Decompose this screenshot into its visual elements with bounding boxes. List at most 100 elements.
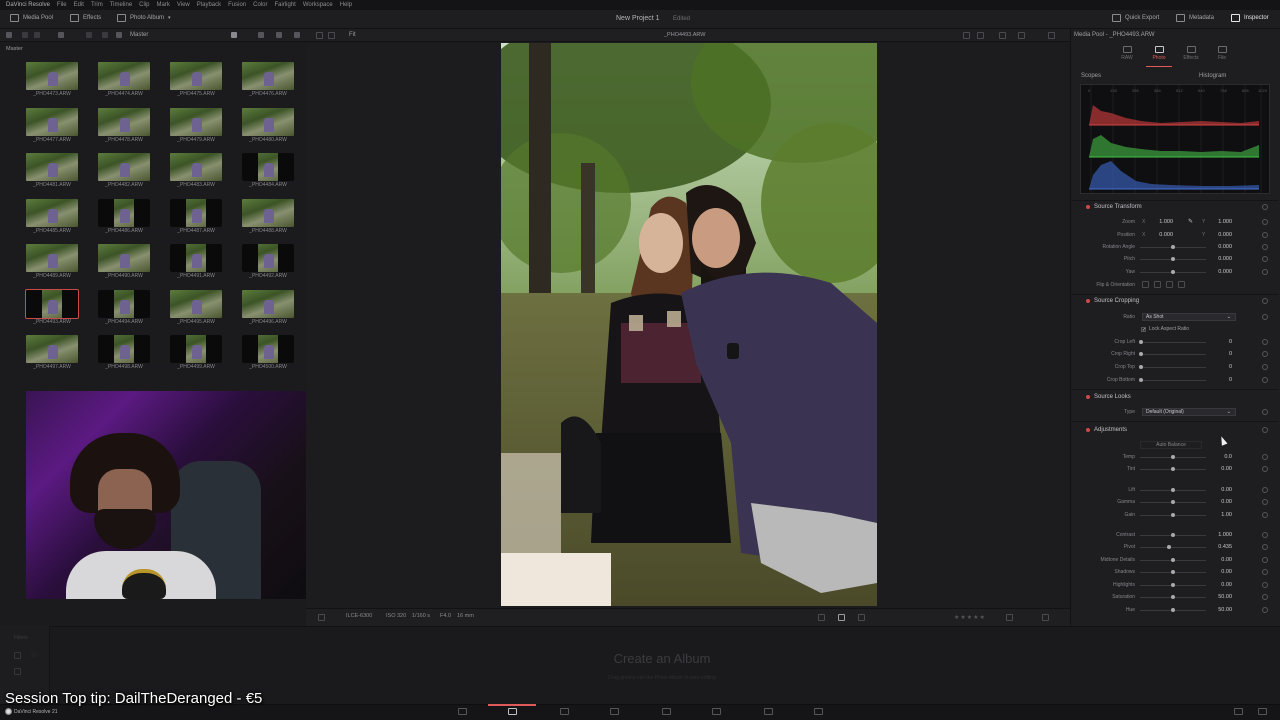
- reset-icon[interactable]: [1262, 269, 1268, 275]
- crop-left-slider-handle[interactable]: [1139, 340, 1143, 344]
- star-rating[interactable]: ★★★★★: [954, 614, 986, 621]
- crop-right-value[interactable]: 0: [1206, 351, 1232, 358]
- reset-icon[interactable]: [1262, 569, 1268, 575]
- crop-top-slider-handle[interactable]: [1139, 365, 1143, 369]
- photo-page-icon[interactable]: [508, 708, 517, 715]
- menu-app[interactable]: DaVinci Resolve: [6, 2, 50, 8]
- flip-vertical-icon[interactable]: [1154, 281, 1161, 288]
- tint-value[interactable]: 0.00: [1206, 466, 1232, 473]
- zoom-fit-dropdown[interactable]: Fit: [349, 32, 356, 38]
- collapse-icon[interactable]: [116, 32, 122, 38]
- gear-icon[interactable]: [1258, 708, 1267, 715]
- clip-thumbnail[interactable]: _PHO4479.ARW: [160, 107, 232, 154]
- settings-sliders-icon[interactable]: [318, 614, 325, 621]
- reset-icon[interactable]: [1262, 409, 1268, 415]
- reset-icon[interactable]: [1262, 466, 1268, 472]
- list-icon[interactable]: [86, 32, 92, 38]
- gamma-value[interactable]: 0.00: [1206, 499, 1232, 506]
- menu-timeline[interactable]: Timeline: [110, 2, 132, 8]
- crop-bottom-slider-handle[interactable]: [1139, 378, 1143, 382]
- compare-mode-icon[interactable]: [818, 614, 825, 621]
- favorite-icon[interactable]: [276, 32, 282, 38]
- enabled-dot-icon[interactable]: [1086, 395, 1090, 399]
- reset-icon[interactable]: [1262, 607, 1268, 613]
- pivot-value[interactable]: 0.435: [1206, 544, 1232, 551]
- shadows-slider-handle[interactable]: [1171, 570, 1175, 574]
- bin-path-label[interactable]: Master: [130, 32, 148, 38]
- photo-album-button[interactable]: Photo Album ▾: [117, 14, 171, 22]
- effects-button[interactable]: Effects: [70, 14, 101, 22]
- sort-icon[interactable]: [294, 32, 300, 38]
- crop-right-slider[interactable]: [1140, 354, 1206, 355]
- clip-thumbnail[interactable]: _PHO4475.ARW: [160, 62, 232, 108]
- temp-value[interactable]: 0.0: [1206, 454, 1232, 461]
- yaw-value[interactable]: 0.000: [1206, 269, 1232, 276]
- reset-icon[interactable]: [1262, 487, 1268, 493]
- media-page-icon[interactable]: [458, 708, 467, 715]
- home-icon[interactable]: [1234, 708, 1243, 715]
- back-icon[interactable]: [22, 32, 28, 38]
- media-pool-button[interactable]: Media Pool: [10, 14, 53, 22]
- menu-playback[interactable]: Playback: [197, 2, 221, 8]
- clip-thumbnail[interactable]: _PHO4482.ARW: [88, 153, 160, 199]
- auto-balance-button[interactable]: Auto Balance: [1140, 441, 1202, 449]
- clip-thumbnail[interactable]: _PHO4495.ARW: [160, 289, 232, 336]
- clip-thumbnail[interactable]: _PHO4500.ARW: [232, 335, 304, 381]
- pitch-slider-handle[interactable]: [1171, 257, 1175, 261]
- menu-clip[interactable]: Clip: [139, 2, 149, 8]
- transform-icon[interactable]: [316, 32, 323, 39]
- crop-right-slider-handle[interactable]: [1139, 352, 1143, 356]
- crop-top-slider[interactable]: [1140, 367, 1206, 368]
- clip-thumbnail[interactable]: _PHO4498.ARW: [88, 335, 160, 381]
- shadows-value[interactable]: 0.00: [1206, 569, 1232, 576]
- tab-photo[interactable]: Photo: [1146, 46, 1172, 61]
- clip-thumbnail[interactable]: _PHO4476.ARW: [232, 62, 304, 108]
- clip-thumbnail[interactable]: _PHO4490.ARW: [88, 244, 160, 290]
- reset-icon[interactable]: [1262, 454, 1268, 460]
- saturation-slider-handle[interactable]: [1171, 595, 1175, 599]
- menu-edit[interactable]: Edit: [74, 2, 84, 8]
- crop-top-value[interactable]: 0: [1206, 364, 1232, 371]
- album-list-icon[interactable]: [14, 652, 21, 659]
- menu-help[interactable]: Help: [340, 2, 352, 8]
- reset-icon[interactable]: [1262, 532, 1268, 538]
- scope-type-dropdown[interactable]: Histogram: [1199, 73, 1226, 79]
- contrast-slider-handle[interactable]: [1171, 533, 1175, 537]
- star-icon[interactable]: ☆: [30, 650, 37, 659]
- forward-icon[interactable]: [34, 32, 40, 38]
- clip-thumbnail[interactable]: _PHO4484.ARW: [232, 153, 304, 199]
- quick-export-button[interactable]: Quick Export: [1112, 14, 1159, 22]
- grid-view-icon[interactable]: [231, 32, 237, 38]
- fairlight-page-icon[interactable]: [764, 708, 773, 715]
- clip-thumbnail[interactable]: _PHO4497.ARW: [16, 335, 88, 381]
- clip-thumbnail[interactable]: _PHO4491.ARW: [160, 244, 232, 290]
- reset-icon[interactable]: [1262, 512, 1268, 518]
- reset-icon[interactable]: [1262, 256, 1268, 262]
- position-y-value[interactable]: 0.000: [1206, 232, 1232, 239]
- saturation-value[interactable]: 50.00: [1206, 594, 1232, 601]
- cut-page-icon[interactable]: [560, 708, 569, 715]
- tab-raw[interactable]: RAW: [1114, 46, 1140, 61]
- reset-icon[interactable]: [1262, 298, 1268, 304]
- reset-icon[interactable]: [1262, 204, 1268, 210]
- clip-thumbnail[interactable]: _PHO4474.ARW: [88, 62, 160, 108]
- clip-thumbnail[interactable]: _PHO4487.ARW: [160, 198, 232, 245]
- midtone-details-value[interactable]: 0.00: [1206, 557, 1232, 564]
- clip-thumbnail[interactable]: _PHO4480.ARW: [232, 107, 304, 154]
- sidebar-toggle-icon[interactable]: [6, 32, 12, 38]
- crop-bottom-slider[interactable]: [1140, 380, 1206, 381]
- photo-canvas[interactable]: [501, 43, 877, 606]
- contrast-value[interactable]: 1.000: [1206, 532, 1232, 539]
- enabled-dot-icon[interactable]: [1086, 428, 1090, 432]
- compare-icon[interactable]: [999, 32, 1006, 39]
- reset-icon[interactable]: [1262, 544, 1268, 550]
- gain-value[interactable]: 1.00: [1206, 512, 1232, 519]
- single-view-icon[interactable]: [963, 32, 970, 39]
- zoom-x-value[interactable]: 1.000: [1147, 219, 1173, 226]
- menu-color[interactable]: Color: [253, 2, 267, 8]
- reset-icon[interactable]: [1262, 314, 1268, 320]
- clip-thumbnail[interactable]: _PHO4494.ARW: [88, 289, 160, 336]
- flip-horizontal-icon[interactable]: [1142, 281, 1149, 288]
- enabled-dot-icon[interactable]: [1086, 299, 1090, 303]
- deliver-page-icon[interactable]: [814, 708, 823, 715]
